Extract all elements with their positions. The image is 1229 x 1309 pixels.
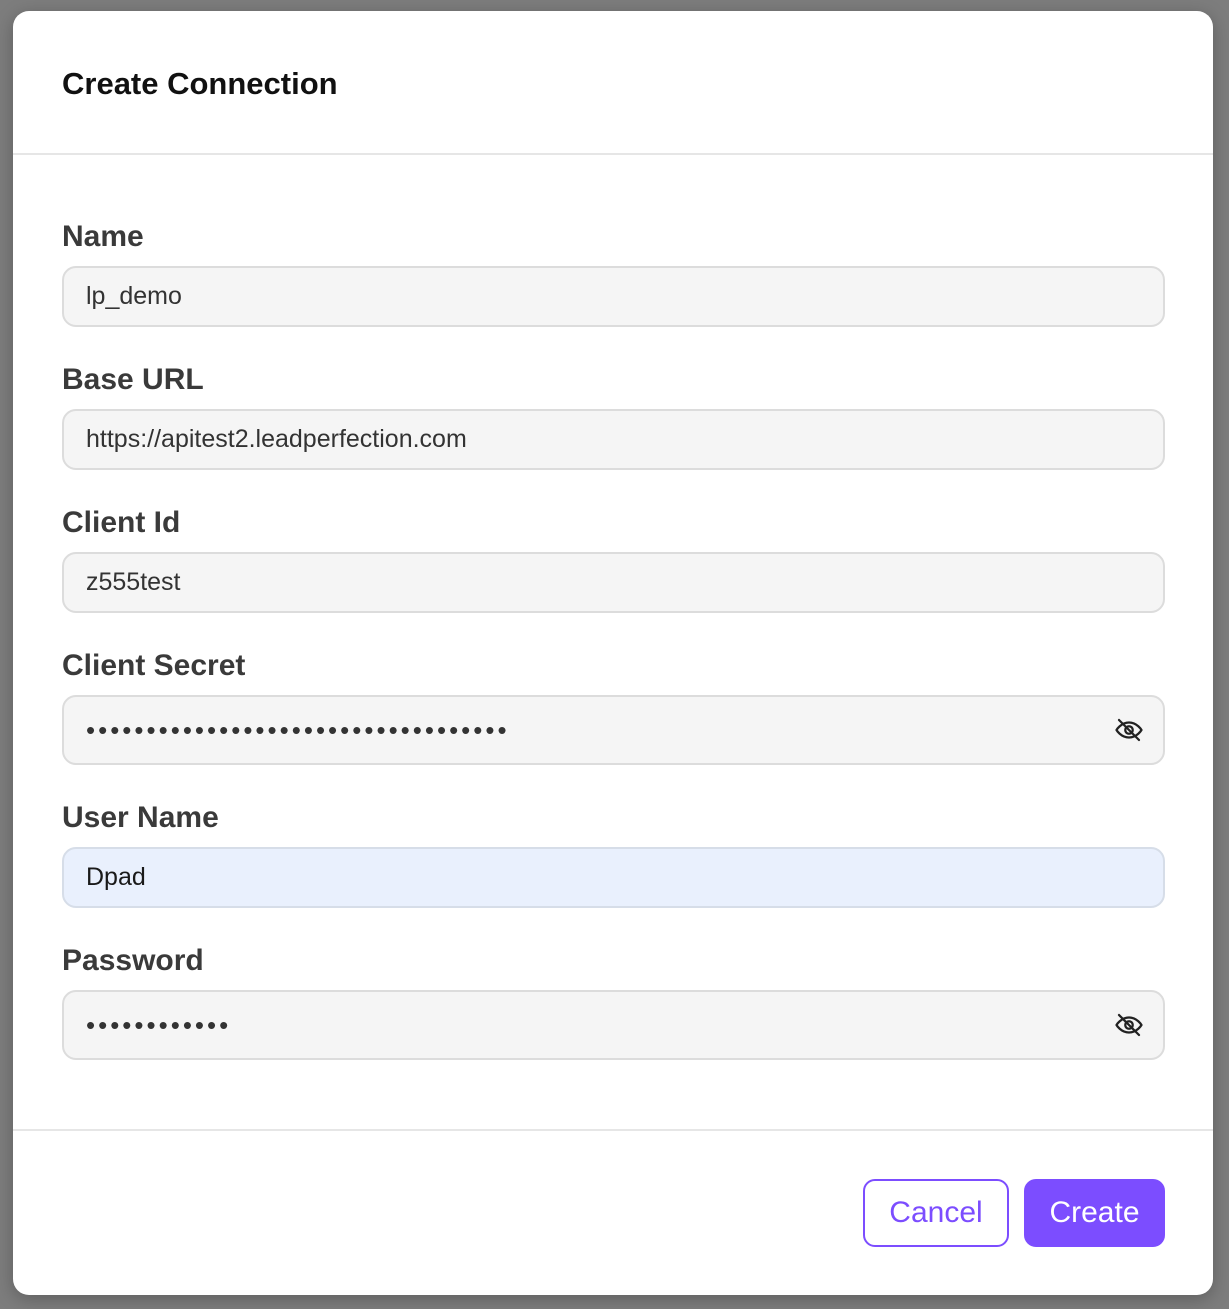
client-id-label: Client Id (62, 506, 181, 539)
client-secret-masked-value: ••••••••••••••••••••••••••••••••••• (86, 714, 510, 745)
name-input-value: lp_demo (86, 282, 182, 310)
client-id-input-value: z555test (86, 568, 181, 596)
base-url-input[interactable]: https://apitest2.leadperfection.com (62, 409, 1165, 470)
password-masked-value: •••••••••••• (86, 1009, 232, 1040)
user-name-input-value: Dpad (86, 863, 146, 891)
create-connection-dialog: Create Connection Name lp_demo Base URL … (13, 11, 1213, 1295)
base-url-input-value: https://apitest2.leadperfection.com (86, 425, 467, 453)
user-name-input[interactable]: Dpad (62, 847, 1165, 908)
dialog-header: Create Connection (13, 11, 1213, 155)
dialog-footer: Cancel Create (13, 1129, 1213, 1295)
eye-off-icon[interactable] (1113, 1009, 1145, 1041)
name-label: Name (62, 220, 144, 253)
dialog-title: Create Connection (62, 66, 338, 101)
name-input[interactable]: lp_demo (62, 266, 1165, 327)
create-button[interactable]: Create (1024, 1179, 1165, 1247)
eye-off-icon[interactable] (1113, 714, 1145, 746)
cancel-button[interactable]: Cancel (863, 1179, 1009, 1247)
user-name-label: User Name (62, 801, 219, 834)
client-id-input[interactable]: z555test (62, 552, 1165, 613)
password-input[interactable]: •••••••••••• (62, 990, 1165, 1060)
client-secret-input[interactable]: ••••••••••••••••••••••••••••••••••• (62, 695, 1165, 765)
client-secret-label: Client Secret (62, 649, 246, 682)
base-url-label: Base URL (62, 363, 204, 396)
password-label: Password (62, 944, 204, 977)
